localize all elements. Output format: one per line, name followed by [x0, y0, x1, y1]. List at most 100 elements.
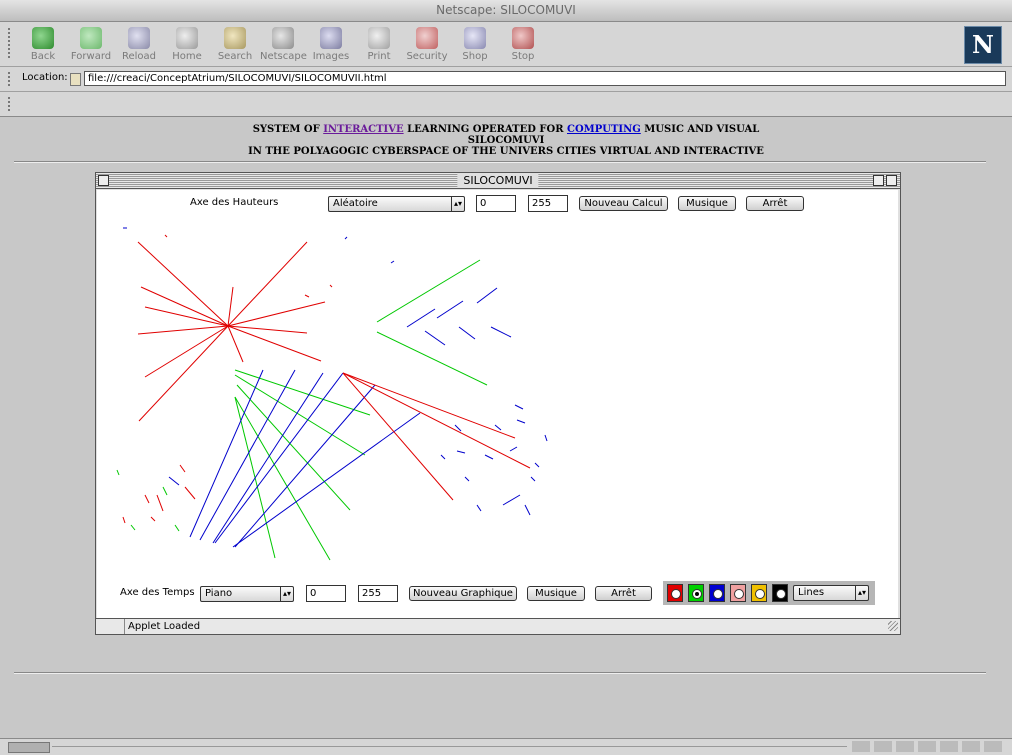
- bottom-musique-button[interactable]: Musique: [527, 586, 585, 601]
- color-swatch-yellow[interactable]: [751, 584, 767, 602]
- drawn-line: [476, 287, 498, 304]
- drawn-line: [436, 300, 464, 319]
- temps-max-input[interactable]: 255: [358, 585, 398, 602]
- applet-title-bar[interactable]: SILOCOMUVI: [96, 173, 900, 189]
- print-button[interactable]: Print: [356, 25, 402, 65]
- drawn-line: [168, 476, 180, 486]
- personal-toolbar-grip-handle[interactable]: [4, 95, 14, 111]
- color-swatch-black[interactable]: [772, 584, 788, 602]
- color-swatch-red[interactable]: [667, 584, 683, 602]
- collapse-box-icon[interactable]: [886, 175, 897, 186]
- heading-line-1: SYSTEM OF INTERACTIVE LEARNING OPERATED …: [6, 124, 1006, 135]
- drawn-line: [137, 241, 229, 327]
- temps-min-input[interactable]: 0: [306, 585, 346, 602]
- radio-indicator: [692, 589, 702, 599]
- drawn-line: [140, 286, 229, 327]
- select-arrows-icon: ▴▾: [855, 586, 868, 600]
- drawn-line: [342, 372, 531, 469]
- drawn-line: [138, 325, 229, 422]
- location-label: Location:: [22, 72, 68, 83]
- search-button[interactable]: Search: [212, 25, 258, 65]
- forward-button[interactable]: Forward: [68, 25, 114, 65]
- drawn-line: [524, 504, 531, 516]
- netscape-logo[interactable]: N: [964, 26, 1002, 64]
- radio-indicator: [755, 589, 765, 599]
- drawn-line: [144, 494, 150, 504]
- drawn-line: [130, 524, 136, 531]
- drawn-line: [156, 494, 164, 512]
- applet-title: SILOCOMUVI: [457, 173, 539, 188]
- reload-icon: [128, 27, 150, 49]
- toolbar-grip-handle[interactable]: [4, 26, 14, 58]
- location-url-field[interactable]: file:///creaci/ConceptAtrium/SILOCOMUVI/…: [84, 71, 1006, 86]
- drawn-line: [162, 486, 168, 496]
- connection-status-icon[interactable]: [8, 742, 50, 753]
- shop-button[interactable]: Shop: [452, 25, 498, 65]
- back-arrow-icon: [32, 27, 54, 49]
- drawn-line: [406, 308, 436, 328]
- component-bar-icons[interactable]: [852, 741, 1002, 752]
- top-musique-button[interactable]: Musique: [678, 196, 736, 211]
- axe-temps-label: Axe des Temps: [120, 587, 195, 598]
- drawing-canvas[interactable]: [97, 215, 898, 575]
- zoom-box-icon[interactable]: [873, 175, 884, 186]
- select-arrows-icon: ▴▾: [451, 197, 464, 211]
- security-button[interactable]: Security: [404, 25, 450, 65]
- divider: [14, 161, 986, 163]
- drawn-line: [232, 412, 421, 548]
- radio-indicator: [734, 589, 744, 599]
- drawn-line: [390, 260, 395, 264]
- drawn-line: [304, 294, 310, 298]
- reload-button[interactable]: Reload: [116, 25, 162, 65]
- drawn-line: [144, 306, 229, 327]
- drawn-line: [456, 450, 466, 454]
- hauteurs-max-input[interactable]: 255: [528, 195, 568, 212]
- drawn-line: [164, 234, 168, 238]
- color-swatch-green[interactable]: [688, 584, 704, 602]
- top-arret-button[interactable]: Arrêt: [746, 196, 804, 211]
- nouveau-calcul-button[interactable]: Nouveau Calcul: [579, 196, 668, 211]
- drawn-line: [544, 434, 548, 442]
- bottom-arret-button[interactable]: Arrêt: [595, 586, 652, 601]
- color-swatch-blue[interactable]: [709, 584, 725, 602]
- drawn-line: [234, 384, 376, 548]
- back-button[interactable]: Back: [20, 25, 66, 65]
- drawn-line: [227, 325, 244, 363]
- drawn-line: [144, 325, 229, 378]
- search-icon: [224, 27, 246, 49]
- drawn-line: [150, 516, 156, 522]
- window-title: Netscape: SILOCOMUVI: [436, 3, 576, 17]
- applet-body: Axe des Hauteurs Aléatoire ▴▾ 0 255 Nouve…: [97, 190, 898, 618]
- stop-button[interactable]: Stop: [500, 25, 546, 65]
- drawn-line: [342, 372, 516, 439]
- drawn-line: [179, 464, 186, 473]
- hauteurs-mode-select[interactable]: Aléatoire ▴▾: [328, 196, 465, 212]
- browser-status-bar: [0, 738, 1012, 755]
- images-button[interactable]: Images: [308, 25, 354, 65]
- home-button[interactable]: Home: [164, 25, 210, 65]
- temps-instrument-select[interactable]: Piano ▴▾: [200, 586, 294, 602]
- location-grip-handle[interactable]: [4, 70, 14, 86]
- interactive-link[interactable]: INTERACTIVE: [323, 124, 403, 135]
- heading-text: SYSTEM OF: [252, 124, 324, 135]
- hauteurs-min-input[interactable]: 0: [476, 195, 516, 212]
- drawn-line: [227, 301, 326, 327]
- window-title-bar[interactable]: Netscape: SILOCOMUVI: [0, 0, 1012, 22]
- page-content: SYSTEM OF INTERACTIVE LEARNING OPERATED …: [6, 117, 1006, 737]
- nouveau-graphique-button[interactable]: Nouveau Graphique: [409, 586, 517, 601]
- drawn-line: [509, 446, 518, 452]
- forward-arrow-icon: [80, 27, 102, 49]
- computing-link[interactable]: COMPUTING: [567, 124, 641, 135]
- divider: [14, 672, 986, 674]
- draw-mode-select[interactable]: Lines ▴▾: [793, 585, 869, 601]
- resize-grip-icon[interactable]: [888, 621, 898, 631]
- personal-toolbar: [0, 92, 1012, 117]
- close-box-icon[interactable]: [98, 175, 109, 186]
- heading-line-2: SILOCOMUVI: [467, 135, 545, 146]
- color-swatch-pink[interactable]: [730, 584, 746, 602]
- drawn-line: [376, 331, 488, 386]
- applet-window: SILOCOMUVI Axe des Hauteurs Aléatoire ▴▾ …: [95, 172, 901, 635]
- images-icon: [320, 27, 342, 49]
- page-proxy-icon[interactable]: [70, 73, 81, 86]
- netscape-button[interactable]: Netscape: [260, 25, 307, 65]
